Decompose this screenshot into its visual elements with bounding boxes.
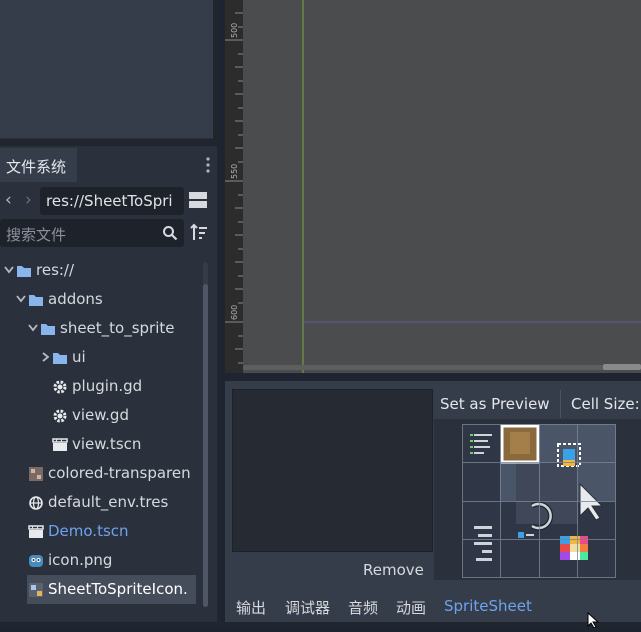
viewport-h-scrollbar[interactable]: [243, 365, 641, 370]
tree-row[interactable]: view.tscn: [0, 430, 200, 459]
back-arrow-icon[interactable]: ‹: [5, 190, 12, 210]
tab-debugger[interactable]: 调试器: [285, 597, 330, 618]
chevron-down-icon[interactable]: [28, 321, 38, 335]
split-layout-icon[interactable]: [188, 190, 208, 210]
tab-audio[interactable]: 音频: [348, 597, 378, 618]
path-field[interactable]: res://SheetToSpri: [40, 187, 184, 215]
toolbar-separator: [560, 390, 561, 418]
gear-icon: [53, 409, 67, 423]
vertical-ruler: 500 550 600: [225, 0, 243, 373]
set-as-preview-button[interactable]: Set as Preview: [440, 395, 550, 413]
remove-button[interactable]: Remove: [363, 561, 424, 579]
globe-icon: [29, 496, 43, 510]
search-placeholder: 搜索文件: [6, 226, 67, 244]
tree-item-label: ui: [72, 348, 86, 366]
tree-scrollbar-thumb[interactable]: [203, 284, 208, 607]
search-input[interactable]: 搜索文件: [0, 219, 184, 247]
tree-item-label: Demo.tscn: [48, 522, 129, 540]
tree-row[interactable]: plugin.gd: [0, 372, 200, 401]
scene-clapper-icon: [52, 438, 68, 451]
tab-filesystem[interactable]: 文件系统: [0, 148, 77, 182]
forward-arrow-icon[interactable]: ›: [25, 190, 32, 210]
status-strip: [0, 622, 641, 627]
tree-row[interactable]: res://: [0, 256, 200, 285]
tree-item-label: res://: [36, 261, 75, 279]
tree-row[interactable]: ui: [0, 343, 200, 372]
tree-row[interactable]: sheet_to_sprite: [0, 314, 200, 343]
tab-filesystem-label: 文件系统: [6, 158, 67, 176]
kebab-menu-icon[interactable]: [203, 156, 213, 174]
image-file-icon: [29, 467, 43, 481]
tree-item-label: view.tscn: [72, 435, 142, 453]
godot-icon: [29, 555, 43, 567]
tree-item-label: default_env.tres: [48, 493, 169, 511]
spritesheet-image[interactable]: [462, 424, 616, 578]
path-text: res://SheetToSpri: [46, 192, 173, 210]
folder-icon: [41, 324, 55, 335]
tree-row[interactable]: view.gd: [0, 401, 200, 430]
ruler-label: 600: [230, 305, 239, 320]
tree-item-label: addons: [48, 290, 103, 308]
scene-dock-empty: [0, 0, 213, 139]
tree-item-label: plugin.gd: [72, 377, 143, 395]
search-icon[interactable]: [162, 225, 178, 241]
tab-animation[interactable]: 动画: [396, 597, 426, 618]
ruler-label: 550: [230, 164, 239, 179]
chevron-down-icon[interactable]: [4, 263, 14, 277]
file-tree: res:// addons sheet_to_sprite ui plugin.…: [0, 256, 203, 616]
folder-icon: [29, 295, 43, 306]
chevron-right-icon[interactable]: [40, 350, 50, 364]
tree-item-label: view.gd: [72, 406, 129, 424]
tree-item-label: SheetToSpriteIcon.: [48, 580, 188, 598]
ruler-label: 500: [230, 23, 239, 38]
tree-row[interactable]: colored-transparen: [0, 459, 200, 488]
gear-icon: [53, 380, 67, 394]
folder-icon: [17, 266, 31, 277]
tree-item-label: sheet_to_sprite: [60, 319, 175, 337]
tree-row[interactable]: icon.png: [0, 546, 200, 575]
tree-row-selected[interactable]: SheetToSpriteIcon.: [27, 575, 196, 604]
cell-size-label: Cell Size:: [571, 395, 640, 413]
image-file-icon: [29, 583, 43, 597]
scene-clapper-icon: [28, 525, 44, 538]
tree-row[interactable]: addons: [0, 285, 200, 314]
2d-viewport[interactable]: [225, 0, 641, 373]
tab-spritesheet[interactable]: SpriteSheet: [444, 597, 532, 615]
tab-output[interactable]: 输出: [236, 597, 266, 618]
tree-row[interactable]: Demo.tscn: [0, 517, 200, 546]
tree-item-label: icon.png: [48, 551, 113, 569]
tree-item-label: colored-transparen: [48, 464, 191, 482]
tree-row[interactable]: default_env.tres: [0, 488, 200, 517]
viewport-h-scrollbar-thumb[interactable]: [603, 364, 641, 370]
mouse-cursor-icon: [587, 611, 600, 629]
folder-icon: [53, 353, 67, 364]
chevron-down-icon[interactable]: [16, 292, 26, 306]
preview-box: [232, 389, 433, 552]
sort-icon[interactable]: [189, 223, 209, 243]
